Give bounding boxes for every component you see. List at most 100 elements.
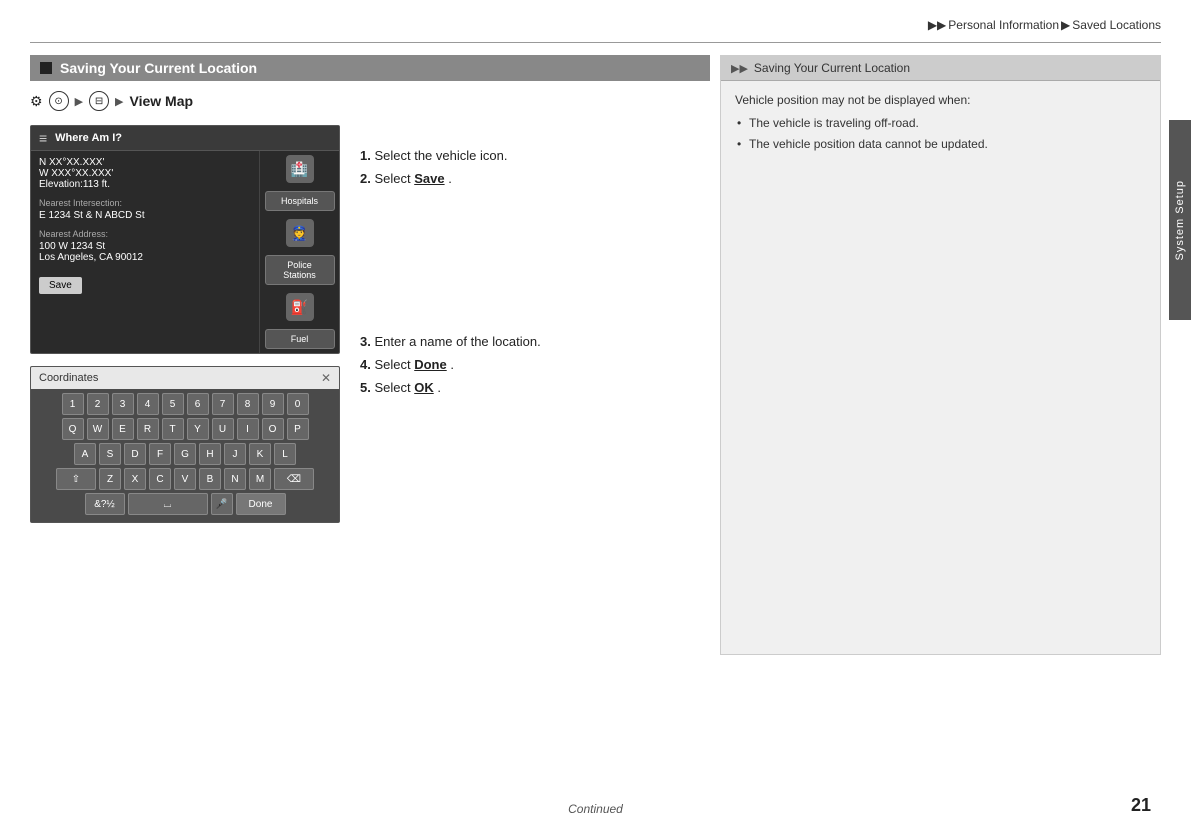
- header-icon: [40, 62, 52, 74]
- key-m[interactable]: M: [249, 468, 271, 490]
- section-title: Saving Your Current Location: [60, 60, 257, 76]
- step-2-num: 2.: [360, 171, 371, 186]
- step-4: 4. Select Done .: [360, 357, 710, 372]
- key-backspace[interactable]: ⌫: [274, 468, 314, 490]
- key-u[interactable]: U: [212, 418, 234, 440]
- save-button[interactable]: Save: [39, 277, 82, 294]
- nearest-intersection-section: Nearest Intersection: E 1234 St & N ABCD…: [39, 198, 251, 221]
- key-done[interactable]: Done: [236, 493, 286, 515]
- key-2[interactable]: 2: [87, 393, 109, 415]
- key-f[interactable]: F: [149, 443, 171, 465]
- keyboard-row-numbers: 1 2 3 4 5 6 7 8 9 0: [37, 393, 333, 415]
- step-5-num: 5.: [360, 380, 371, 395]
- phone-icon: ⚙: [30, 93, 43, 110]
- step-2: 2. Select Save .: [360, 171, 710, 186]
- hospitals-button[interactable]: Hospitals: [265, 191, 335, 211]
- key-0[interactable]: 0: [287, 393, 309, 415]
- keyboard-screen: Coordinates ✕ 1 2 3 4 5 6 7 8 9: [30, 366, 340, 523]
- key-n[interactable]: N: [224, 468, 246, 490]
- nearest-address-section: Nearest Address: 100 W 1234 St Los Angel…: [39, 229, 251, 263]
- step-1-text: Select the vehicle icon.: [374, 148, 507, 163]
- key-o[interactable]: O: [262, 418, 284, 440]
- key-v[interactable]: V: [174, 468, 196, 490]
- hospitals-icon: 🏥: [286, 155, 314, 183]
- where-am-i-screen: ≡ Where Am I? N XX°XX.XXX' W XXX°XX.XXX'…: [30, 125, 340, 354]
- right-panel: ▶▶ Saving Your Current Location Vehicle …: [720, 55, 1161, 655]
- coords-line2: W XXX°XX.XXX': [39, 168, 251, 179]
- nearest-address-line1: 100 W 1234 St: [39, 241, 251, 252]
- step-3-text: Enter a name of the location.: [374, 334, 540, 349]
- step-4-period: .: [450, 357, 454, 372]
- key-e[interactable]: E: [112, 418, 134, 440]
- key-d[interactable]: D: [124, 443, 146, 465]
- key-q[interactable]: Q: [62, 418, 84, 440]
- instruction-spacer2: [360, 194, 710, 334]
- key-b[interactable]: B: [199, 468, 221, 490]
- system-setup-tab: System Setup: [1169, 120, 1191, 320]
- continued-label: Continued: [568, 802, 623, 816]
- key-1[interactable]: 1: [62, 393, 84, 415]
- step-2-period: .: [448, 171, 452, 186]
- fuel-button[interactable]: Fuel: [265, 329, 335, 349]
- bullet-2: The vehicle position data cannot be upda…: [735, 135, 1146, 154]
- key-8[interactable]: 8: [237, 393, 259, 415]
- nav-icons-row: ⚙ ⊙ ▶ ⊟ ▶ View Map: [30, 91, 710, 111]
- coords-line1: N XX°XX.XXX': [39, 157, 251, 168]
- key-t[interactable]: T: [162, 418, 184, 440]
- nav-arrow2: ▶: [115, 95, 123, 108]
- key-x[interactable]: X: [124, 468, 146, 490]
- key-i[interactable]: I: [237, 418, 259, 440]
- right-panel-body: Vehicle position may not be displayed wh…: [721, 81, 1160, 167]
- screen1-body: N XX°XX.XXX' W XXX°XX.XXX' Elevation:113…: [31, 151, 339, 353]
- key-symbols[interactable]: &?½: [85, 493, 125, 515]
- key-c[interactable]: C: [149, 468, 171, 490]
- step-5-text: Select: [374, 380, 414, 395]
- step-4-text: Select: [374, 357, 414, 372]
- key-mic[interactable]: 🎤: [211, 493, 233, 515]
- keyboard-row-zxcv: ⇧ Z X C V B N M ⌫: [37, 468, 333, 490]
- key-shift[interactable]: ⇧: [56, 468, 96, 490]
- key-k[interactable]: K: [249, 443, 271, 465]
- key-l[interactable]: L: [274, 443, 296, 465]
- keyboard-keys: 1 2 3 4 5 6 7 8 9 0 Q W: [31, 389, 339, 522]
- right-panel-header: ▶▶ Saving Your Current Location: [721, 56, 1160, 81]
- screen1-title: Where Am I?: [55, 132, 122, 144]
- key-3[interactable]: 3: [112, 393, 134, 415]
- breadcrumb-arrow1: ▶▶: [928, 18, 946, 32]
- step-1: 1. Select the vehicle icon.: [360, 148, 710, 163]
- key-6[interactable]: 6: [187, 393, 209, 415]
- key-g[interactable]: G: [174, 443, 196, 465]
- keyboard-input-text: Coordinates: [39, 372, 98, 384]
- key-7[interactable]: 7: [212, 393, 234, 415]
- step-5-bold: OK: [414, 380, 434, 395]
- top-divider: [30, 42, 1161, 43]
- menu-lines-icon: ≡: [39, 130, 47, 146]
- key-w[interactable]: W: [87, 418, 109, 440]
- step-1-num: 1.: [360, 148, 371, 163]
- key-y[interactable]: Y: [187, 418, 209, 440]
- key-a[interactable]: A: [74, 443, 96, 465]
- key-4[interactable]: 4: [137, 393, 159, 415]
- key-5[interactable]: 5: [162, 393, 184, 415]
- menu-icon: ⊟: [89, 91, 109, 111]
- key-z[interactable]: Z: [99, 468, 121, 490]
- key-r[interactable]: R: [137, 418, 159, 440]
- sidebar-tab-label: System Setup: [1174, 180, 1186, 260]
- key-j[interactable]: J: [224, 443, 246, 465]
- step-4-num: 4.: [360, 357, 371, 372]
- key-s[interactable]: S: [99, 443, 121, 465]
- fuel-icon: ⛽: [286, 293, 314, 321]
- close-icon[interactable]: ✕: [321, 371, 331, 385]
- main-content: Saving Your Current Location ⚙ ⊙ ▶ ⊟ ▶ V…: [30, 55, 710, 523]
- key-p[interactable]: P: [287, 418, 309, 440]
- step-2-bold: Save: [414, 171, 444, 186]
- keyboard-row-qwerty: Q W E R T Y U I O P: [37, 418, 333, 440]
- key-9[interactable]: 9: [262, 393, 284, 415]
- screen1-right: 🏥 Hospitals 👮 Police Stations ⛽ Fuel: [259, 151, 339, 353]
- key-space[interactable]: ⌴: [128, 493, 208, 515]
- content-row: ≡ Where Am I? N XX°XX.XXX' W XXX°XX.XXX'…: [30, 125, 710, 523]
- keyboard-input-row: Coordinates ✕: [31, 367, 339, 389]
- key-h[interactable]: H: [199, 443, 221, 465]
- police-button[interactable]: Police Stations: [265, 255, 335, 285]
- screen1-left: N XX°XX.XXX' W XXX°XX.XXX' Elevation:113…: [31, 151, 259, 353]
